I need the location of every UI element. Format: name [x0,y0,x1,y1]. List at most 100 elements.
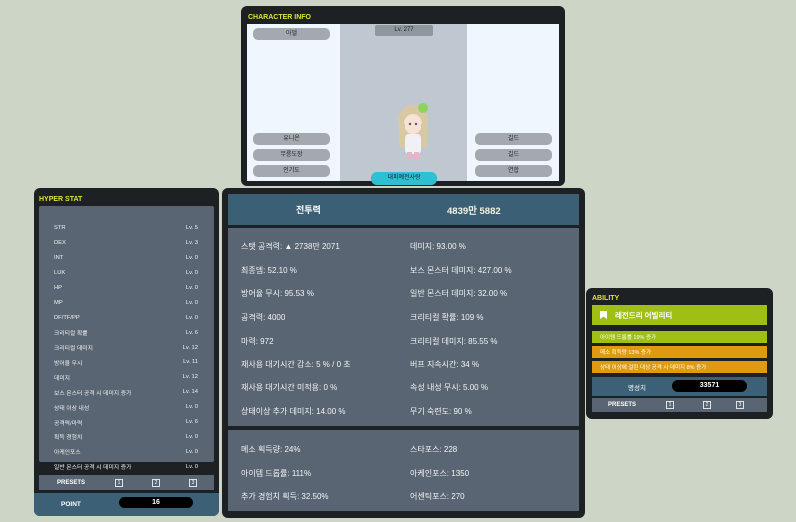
hyper-row-normal-dmg: 일반 몬스터 공격 시 데미지 증가 Lv. 0 [39,459,214,474]
stat-level: Lv. 12 [182,374,198,381]
hyper-row-boss-dmg: 보스 몬스터 공격 시 데미지 증가 Lv. 14 [39,385,214,400]
stat-name: INT [54,255,64,262]
stat-level: Lv. 0 [185,463,198,470]
stat-level: Lv. 0 [185,433,198,440]
stat-item: 방어율 무시: 95.53 % [241,289,314,298]
stat-level: Lv. 0 [185,448,198,455]
character-avatar [398,103,428,160]
stat-level: Lv. 0 [185,285,198,291]
alliance-pill: 연합 [475,165,552,177]
stat-name: 아케인포스 [54,450,81,457]
fame-label: 명성치 [628,384,646,392]
hyper-presets-bar: PRESETS 1 2 3 [39,475,214,490]
stat-level: Lv. 0 [185,314,198,321]
hyper-row-ignore-def: 방어율 무시 Lv. 11 [39,355,214,370]
ability-preset-2-button[interactable]: 2 [703,401,712,409]
stat-item: 아이템 드롭률: 111% [241,469,312,478]
stat-level: Lv. 6 [185,419,198,426]
ability-panel: ABILITY 레전드리 어빌리티 아이템 드롭률 19% 증가 메소 획득량 … [586,288,773,419]
stat-item: 공격력: 4000 [241,313,286,322]
hyper-row-dex: DEX Lv. 3 [39,236,214,251]
hyper-point-bar: POINT 16 [34,493,219,516]
stat-item: 크리티컬 데미지: 85.55 % [410,337,498,346]
stat-level: Lv. 11 [183,359,198,366]
popularity-pill: 인기도 [253,165,330,177]
stat-item: 일반 몬스터 데미지: 32.00 % [410,289,508,298]
stat-name: 획득 경험치 [54,435,83,442]
stat-item: 상태이상 추가 데미지: 14.00 % [241,407,346,416]
stat-level: Lv. 3 [185,240,198,247]
stat-name: STR [54,225,66,232]
stat-level: Lv. 12 [182,344,198,351]
presets-label: PRESETS [608,402,637,408]
ability-line-3: 상태 이상에 걸린 대상 공격 시 데미지 8% 증가 [592,361,767,373]
stat-item: 메소 획득량: 24% [241,445,301,454]
dojang-pill: 무릉도장 [253,149,330,161]
stat-name: 보스 몬스터 공격 시 데미지 증가 [54,390,132,397]
hyper-stat-list: STR Lv. 5 DEX Lv. 3 INT Lv. 0 LUK Lv. 0 HP Lv… [39,206,214,471]
stat-name: MP [54,299,63,306]
ability-grade-header: 레전드리 어빌리티 [592,305,767,325]
hyper-row-crit-dmg: 크리티컬 데미지 Lv. 12 [39,340,214,355]
stat-item: 재사용 대기시간 감소: 5 % / 0 초 [241,360,351,369]
ability-preset-3-button[interactable]: 3 [736,401,745,409]
guild-pill: 길드 [475,133,552,145]
hyper-row-exp: 획득 경험치 Lv. 0 [39,429,214,444]
combat-power-label: 전투력 [296,205,321,215]
preset-1-button[interactable]: 1 [115,478,124,487]
stat-item: 스탯 공격력: ▲ 2738만 2071 [241,242,340,251]
job-pill: 아델 [253,28,330,40]
stat-level: Lv. 0 [185,299,198,306]
hyper-row-damage: 데미지 Lv. 12 [39,370,214,385]
stat-name: LUK [54,270,66,277]
ability-line-2: 메소 획득량 13% 증가 [592,346,767,358]
point-label: POINT [61,501,81,508]
preset-2-button[interactable]: 2 [152,478,161,487]
bookmark-icon [600,311,607,319]
hyper-row-str: STR Lv. 5 [39,221,214,236]
stat-level: Lv. 0 [185,404,198,411]
fame-value: 33571 [672,380,747,392]
ability-presets-bar: PRESETS 1 2 3 [592,398,767,412]
stat-level: Lv. 0 [185,255,198,262]
point-value: 16 [119,497,193,508]
stat-level: Lv. 0 [185,270,198,277]
union-pill: 유니온 [253,133,330,145]
stat-name: 일반 몬스터 공격 시 데미지 증가 [54,465,132,472]
character-level: Lv. 277 [375,25,433,36]
stat-item: 버프 지속시간: 34 % [410,360,480,369]
stat-item: 보스 몬스터 데미지: 427.00 % [410,266,512,275]
extra-stats-box: 메소 획득량: 24% 아이템 드롭률: 111% 추가 경험치 획득: 32.… [228,430,579,511]
combat-power-value: 4839만 5882 [447,205,501,217]
stat-level: Lv. 14 [182,389,198,396]
stat-item: 속성 내성 무시: 5.00 % [410,383,488,392]
character-info-title: CHARACTER INFO [248,14,311,21]
preset-3-button[interactable]: 3 [189,478,198,487]
character-name-pill[interactable]: 대피예전사랑 [371,172,437,185]
hyper-stat-title: HYPER STAT [39,196,83,203]
stat-item: 추가 경험치 획득: 32.50% [241,492,329,501]
hyper-row-luk: LUK Lv. 0 [39,266,214,281]
character-display: Lv. 277 아델 유니온 무릉도장 인기도 길드 길드 연합 대피예전사랑 [247,24,559,185]
ability-line-1: 아이템 드롭률 19% 증가 [592,331,767,343]
hyper-row-int: INT Lv. 0 [39,251,214,266]
ability-preset-1-button[interactable]: 1 [666,401,675,409]
detail-stats-box: 스탯 공격력: ▲ 2738만 2071 최종뎀: 52.10 % 방어율 무시… [228,228,579,426]
stat-level: Lv. 5 [185,225,198,232]
stat-name: DEX [54,240,66,247]
hyper-row-arcane: 아케인포스 Lv. 0 [39,444,214,459]
hyper-stat-panel: HYPER STAT STR Lv. 5 DEX Lv. 3 INT Lv. 0 LU… [34,188,219,516]
ability-title: ABILITY [592,295,620,302]
stat-item: 무기 숙련도: 90 % [410,407,472,416]
guild-pill-2: 길드 [475,149,552,161]
stat-name: 데미지 [54,375,70,382]
stat-name: 크리티컬 확률 [54,331,88,338]
stat-name: 크리티컬 데미지 [54,346,93,353]
stat-item: 어센틱포스: 270 [410,492,465,501]
hyper-row-mp: MP Lv. 0 [39,295,214,310]
stat-name: 상태 이상 내성 [54,405,90,412]
stat-name: 공격력/마력 [54,420,83,427]
hyper-row-hp: HP Lv. 0 [39,281,214,296]
hyper-row-df: DF/TF/PP Lv. 0 [39,310,214,325]
stat-name: HP [54,285,63,291]
